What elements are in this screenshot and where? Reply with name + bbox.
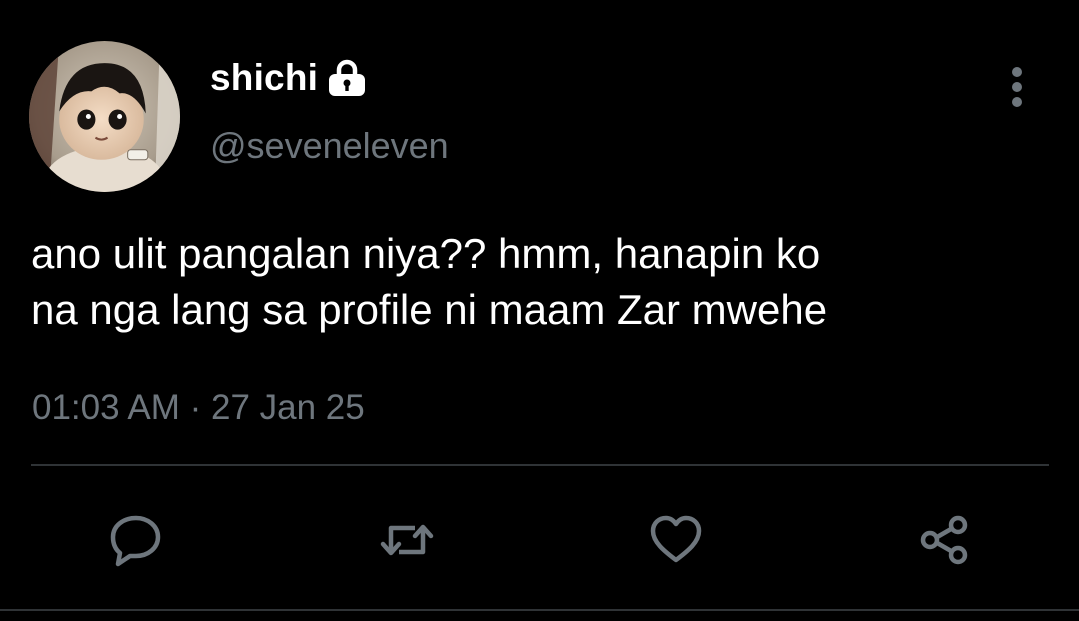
lock-icon xyxy=(326,59,368,97)
avatar[interactable] xyxy=(29,41,180,192)
tweet-text: ano ulit pangalan niya?? hmm, hanapin ko… xyxy=(31,226,1061,338)
author-name-row[interactable]: shichi xyxy=(210,55,368,101)
more-options-button[interactable] xyxy=(998,62,1036,112)
heart-icon xyxy=(650,515,702,563)
tweet-text-line: ano ulit pangalan niya?? hmm, hanapin ko xyxy=(31,230,821,277)
retweet-button[interactable] xyxy=(377,510,437,570)
share-button[interactable] xyxy=(915,510,975,570)
avatar-image xyxy=(29,41,180,192)
reply-icon xyxy=(110,515,161,567)
divider xyxy=(0,609,1079,611)
more-vertical-icon xyxy=(1012,67,1022,107)
like-button[interactable] xyxy=(646,510,706,570)
display-name[interactable]: shichi xyxy=(210,57,318,99)
tweet-timestamp[interactable]: 01:03 AM · 27 Jan 25 xyxy=(32,388,365,428)
user-handle[interactable]: @seveneleven xyxy=(210,125,449,167)
reply-button[interactable] xyxy=(106,510,166,570)
tweet-text-line: na nga lang sa profile ni maam Zar mwehe xyxy=(31,286,828,333)
share-icon xyxy=(920,515,968,565)
divider xyxy=(31,464,1049,466)
retweet-icon xyxy=(380,524,434,556)
